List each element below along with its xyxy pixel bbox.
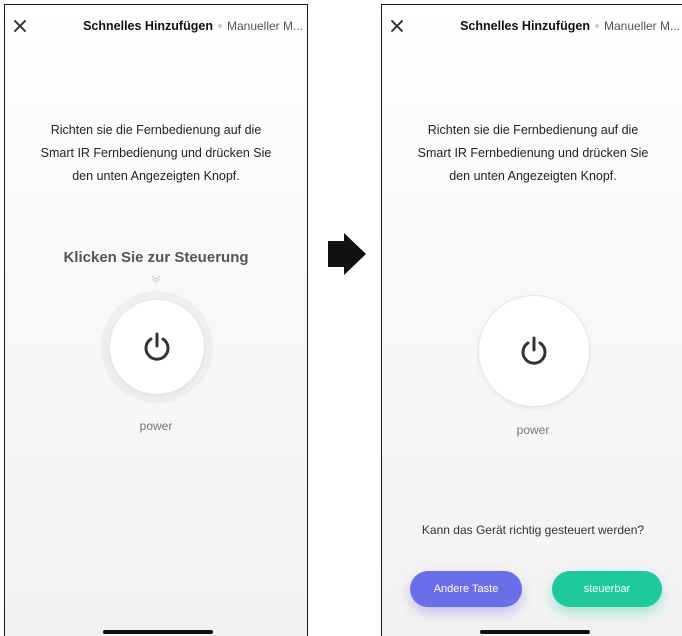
instruction-line: Richten sie die Fernbedienung auf die [427,123,639,137]
chevron-down-icon [5,275,307,285]
tab-quick-add[interactable]: Schnelles Hinzufügen [83,19,213,33]
power-label: power [516,423,550,437]
home-indicator [103,630,213,634]
power-button[interactable] [110,300,204,394]
instruction-line: den unten Angezeigten Knopf. [72,169,240,183]
instructions: Richten sie die Fernbedienung auf die Sm… [5,119,307,188]
instruction-line: den unten Angezeigten Knopf. [449,169,617,183]
power-icon [144,332,170,361]
tab-quick-add[interactable]: Schnelles Hinzufügen [460,19,590,33]
close-icon[interactable] [13,19,27,33]
controllable-button[interactable]: steuerbar [552,571,662,607]
tab-separator-dot [594,24,599,28]
mode-tabs: Schnelles Hinzufügen Manueller M... [83,19,303,33]
power-icon [521,336,547,365]
tab-separator-dot [217,24,222,28]
home-indicator [480,630,590,634]
instructions: Richten sie die Fernbedienung auf die Sm… [382,119,682,188]
mode-tabs: Schnelles Hinzufügen Manueller M... [460,19,680,33]
power-label: power [139,419,173,433]
other-key-button[interactable]: Andere Taste [410,571,522,607]
click-hint: Klicken Sie zur Steuerung [63,249,249,266]
close-icon[interactable] [390,19,404,33]
top-bar: Schnelles Hinzufügen Manueller M... [382,5,682,49]
top-bar: Schnelles Hinzufügen Manueller M... [5,5,307,49]
arrow-right-icon [328,233,366,275]
instruction-line: Smart IR Fernbedienung und drücken Sie [417,146,649,160]
control-question: Kann das Gerät richtig gesteuert werden? [421,523,645,537]
tab-manual[interactable]: Manueller M... [604,19,680,33]
instruction-line: Smart IR Fernbedienung und drücken Sie [40,146,272,160]
power-button[interactable] [479,296,589,406]
tab-manual[interactable]: Manueller M... [227,19,303,33]
instruction-line: Richten sie die Fernbedienung auf die [50,123,262,137]
screen-after: Schnelles Hinzufügen Manueller M... Rich… [381,4,682,636]
screen-before: Schnelles Hinzufügen Manueller M... Rich… [4,4,308,636]
